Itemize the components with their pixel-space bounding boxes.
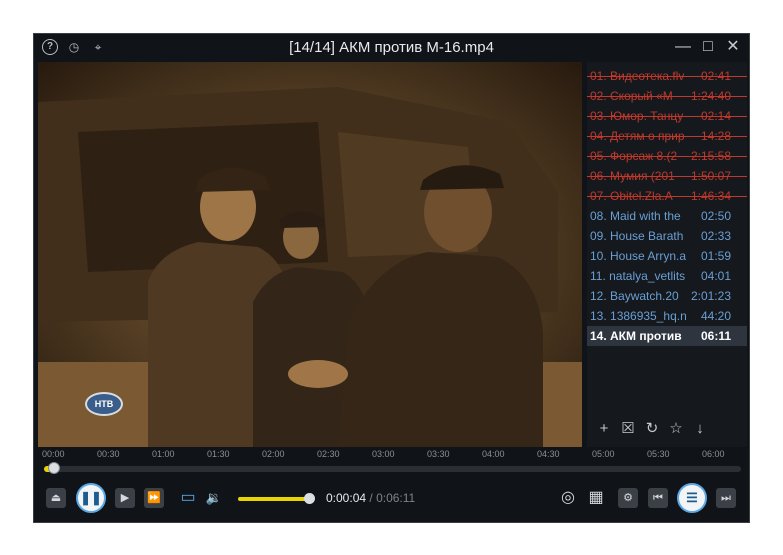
minimize-icon[interactable]: —: [675, 39, 691, 55]
next-button[interactable]: ⏭: [716, 488, 736, 508]
timeline-tick-label: 02:00: [262, 449, 285, 459]
timeline-tick-label: 05:00: [592, 449, 615, 459]
playlist-item[interactable]: 01. Видеотека.flv 02:41: [587, 66, 747, 86]
playlist-item[interactable]: 03. Юмор. Танцу 02:14: [587, 106, 747, 126]
control-bar: ⏏ ❚❚ ▶ ⏩ ▭ 🔉 0:00:04 / 0:06:11 ◎ ▦ ⚙ ⏮ ☰…: [34, 482, 749, 518]
next-frame-button[interactable]: ▶: [115, 488, 135, 508]
timeline-tick-label: 00:00: [42, 449, 65, 459]
playlist-item-label: 11. natalya_vetlits: [590, 269, 686, 283]
playlist-item-duration: 02:33: [700, 229, 731, 243]
playlist-item-label: 09. House Barath: [590, 229, 684, 243]
playlist-toggle-button[interactable]: ☰: [677, 483, 707, 513]
time-separator: /: [369, 491, 373, 505]
screenshot-icon[interactable]: ◎: [558, 488, 578, 508]
eject-button[interactable]: ⏏: [46, 488, 66, 508]
bookmark-icon[interactable]: ☆: [667, 420, 685, 438]
playlist-item[interactable]: 09. House Barath 02:33: [587, 226, 747, 246]
playlist-item-label: 10. House Arryn.a: [590, 249, 687, 263]
timeline-tick-label: 05:30: [647, 449, 670, 459]
seek-handle[interactable]: [47, 462, 60, 474]
playlist-item[interactable]: 08. Maid with the 02:50: [587, 206, 747, 226]
playlist-toolbar: + ☒ ↻ ☆ ↓: [595, 420, 709, 438]
timeline-tick-label: 01:30: [207, 449, 230, 459]
maximize-icon[interactable]: □: [700, 39, 716, 55]
timeline-tick-label: 03:00: [372, 449, 395, 459]
playlist-item[interactable]: 12. Baywatch.20 2:01:23: [587, 286, 747, 306]
playlist-item-duration: 01:59: [700, 249, 731, 263]
timeline-tick-label: 04:00: [482, 449, 505, 459]
close-icon[interactable]: ✕: [725, 39, 741, 55]
timeline-tick-label: 03:30: [427, 449, 450, 459]
playlist-panel[interactable]: 01. Видеотека.flv 02:41 02. Скорый «М 1:24:…: [587, 62, 747, 447]
strikethrough-line: [587, 136, 747, 137]
playlist-item-duration: 04:01: [700, 269, 731, 283]
subtitles-icon[interactable]: ▭: [178, 488, 198, 508]
add-icon[interactable]: +: [595, 420, 613, 438]
playlist-item-duration: 06:11: [700, 329, 731, 343]
current-time: 0:00:04: [326, 491, 367, 505]
playlist-item[interactable]: 06. Мумия (201 1:50:07: [587, 166, 747, 186]
volume-handle[interactable]: [304, 493, 315, 504]
video-scene: [38, 62, 582, 447]
video-frame[interactable]: НТВ: [38, 62, 582, 447]
pause-button[interactable]: ❚❚: [76, 483, 106, 513]
playlist-item-duration: 02:50: [700, 209, 731, 223]
strikethrough-line: [587, 156, 747, 157]
playlist-item-label: 14. АКМ против: [590, 329, 682, 343]
time-display: 0:00:04 / 0:06:11: [326, 491, 415, 505]
channel-logo: НТВ: [85, 392, 123, 416]
playlist-item[interactable]: 02. Скорый «М 1:24:40: [587, 86, 747, 106]
settings-icon[interactable]: ⚙: [618, 488, 638, 508]
window-title: [14/14] АКМ против М-16.mp4: [289, 39, 494, 56]
playlist-item[interactable]: 10. House Arryn.a 01:59: [587, 246, 747, 266]
timeline-tick-label: 02:30: [317, 449, 340, 459]
sort-icon[interactable]: ↓: [691, 420, 709, 438]
playlist-item-label: 13. 1386935_hq.n: [590, 309, 687, 323]
repeat-icon[interactable]: ↻: [643, 420, 661, 438]
strikethrough-line: [587, 96, 747, 97]
playlist-item[interactable]: 07. Obitel.Zla.A 1:46:34: [587, 186, 747, 206]
strikethrough-line: [587, 176, 747, 177]
volume-slider[interactable]: [238, 493, 315, 504]
playlist-item[interactable]: 05. Форсаж 8.(2 2:15:58: [587, 146, 747, 166]
total-time: 0:06:11: [376, 491, 416, 505]
timeline-tick-label: 04:30: [537, 449, 560, 459]
playlist-item[interactable]: 13. 1386935_hq.n 44:20: [587, 306, 747, 326]
strikethrough-line: [587, 196, 747, 197]
playlist-item[interactable]: 11. natalya_vetlits 04:01: [587, 266, 747, 286]
seek-bar[interactable]: [44, 462, 741, 474]
playlist-item-label: 08. Maid with the: [590, 209, 681, 223]
timeline: 00:00 00:30 01:00 01:30 02:00 02:30 03:00 03:30…: [38, 447, 747, 477]
player-window: ? ◷ ⌖ [14/14] АКМ против М-16.mp4 — □ ✕: [33, 33, 750, 523]
timeline-tick-label: 01:00: [152, 449, 175, 459]
fast-forward-button[interactable]: ⏩: [144, 488, 164, 508]
strikethrough-line: [587, 116, 747, 117]
volume-icon[interactable]: 🔉: [204, 488, 224, 508]
playlist-item[interactable]: 14. АКМ против 06:11: [587, 326, 747, 346]
film-icon[interactable]: ▦: [586, 488, 606, 508]
timeline-tick-label: 06:00: [702, 449, 725, 459]
playlist-item[interactable]: 04. Детям о прир 14:28: [587, 126, 747, 146]
playlist-item-label: 12. Baywatch.20: [590, 289, 679, 303]
previous-button[interactable]: ⏮: [648, 488, 668, 508]
strikethrough-line: [587, 76, 747, 77]
title-bar[interactable]: ? ◷ ⌖ [14/14] АКМ против М-16.mp4 — □ ✕: [34, 34, 749, 62]
delete-icon[interactable]: ☒: [619, 420, 637, 438]
playlist-item-duration: 44:20: [700, 309, 731, 323]
timeline-tick-label: 00:30: [97, 449, 120, 459]
playlist-item-duration: 2:01:23: [690, 289, 731, 303]
